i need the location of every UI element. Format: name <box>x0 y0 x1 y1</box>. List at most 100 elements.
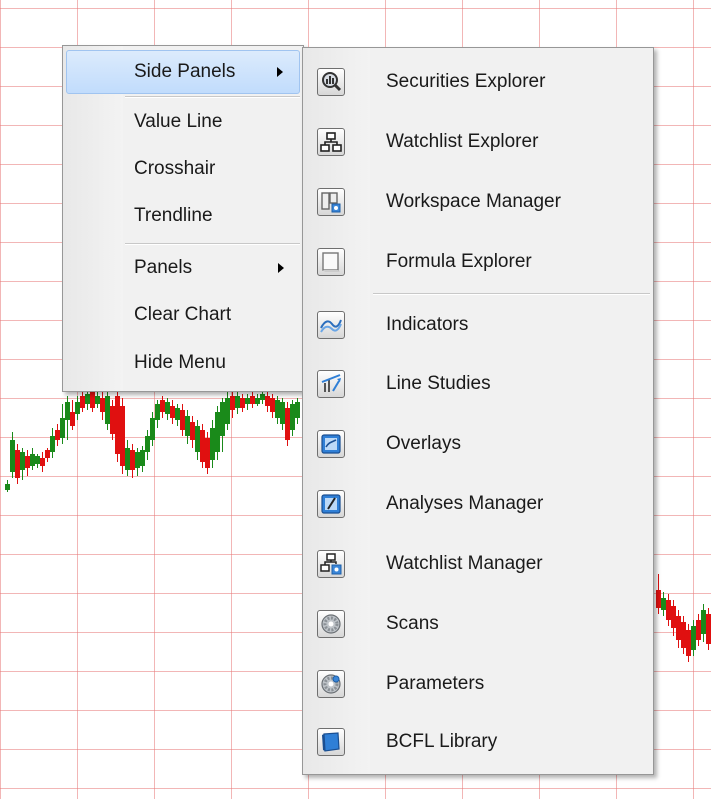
submenu-item-label: BCFL Library <box>386 731 498 752</box>
submenu-item-formula-explorer[interactable]: Formula Explorer <box>306 232 650 292</box>
submenu-item-label: Scans <box>386 613 439 634</box>
candlestick <box>45 448 50 462</box>
candlestick <box>666 594 671 626</box>
watchlist-explorer-icon <box>317 128 345 156</box>
candlestick <box>75 396 80 420</box>
submenu-item-scans[interactable]: Scans <box>306 594 650 654</box>
candlestick <box>70 400 75 430</box>
submenu-item-label: Indicators <box>386 314 469 335</box>
parameters-icon <box>317 670 345 698</box>
submenu-item-indicators[interactable]: Indicators <box>306 296 650 354</box>
menu-item-side-panels[interactable]: Side Panels <box>66 50 300 94</box>
line-studies-icon <box>317 370 345 398</box>
candlestick <box>60 404 65 444</box>
candlestick <box>275 396 280 424</box>
menu-item-label: Hide Menu <box>134 352 226 373</box>
candlestick <box>661 592 666 616</box>
submenu-item-analyses-manager[interactable]: Analyses Manager <box>306 474 650 534</box>
submenu-item-watchlist-manager[interactable]: Watchlist Manager <box>306 534 650 594</box>
candlestick <box>175 404 180 426</box>
candlestick <box>691 620 696 656</box>
candlestick <box>656 574 661 614</box>
menu-item-label: Value Line <box>134 111 223 132</box>
menu-item-panels[interactable]: Panels <box>66 246 300 290</box>
candlestick <box>95 390 100 408</box>
candlestick <box>40 452 45 472</box>
menu-item-trendline[interactable]: Trendline <box>66 193 300 239</box>
candlestick <box>50 428 55 458</box>
candlestick <box>110 400 115 440</box>
candlestick <box>140 446 145 472</box>
side-panels-submenu: Securities Explorer Watchlist Explorer W… <box>302 47 654 775</box>
formula-explorer-icon <box>317 248 345 276</box>
menu-item-label: Panels <box>134 257 193 278</box>
candlestick <box>210 420 215 468</box>
candlestick <box>235 392 240 414</box>
submenu-item-overlays[interactable]: Overlays <box>306 414 650 474</box>
candlestick <box>230 392 235 418</box>
candlestick <box>285 402 290 446</box>
candlestick <box>105 392 110 430</box>
candlestick <box>170 400 175 424</box>
candlestick <box>260 392 265 404</box>
candlestick <box>120 398 125 474</box>
submenu-item-parameters[interactable]: Parameters <box>306 654 650 714</box>
candlestick <box>15 444 20 484</box>
analyses-manager-icon <box>317 490 345 518</box>
submenu-item-bcfl-library[interactable]: BCFL Library <box>306 714 650 770</box>
candlestick <box>65 396 70 440</box>
submenu-item-workspace-manager[interactable]: Workspace Manager <box>306 172 650 232</box>
candlestick <box>35 454 40 468</box>
candlestick <box>10 432 15 478</box>
menu-item-clear-chart[interactable]: Clear Chart <box>66 292 300 338</box>
candlestick <box>245 394 250 410</box>
menu-separator <box>125 96 300 98</box>
candlestick <box>135 448 140 476</box>
submenu-item-label: Securities Explorer <box>386 71 546 92</box>
scans-icon <box>317 610 345 638</box>
candlestick <box>180 404 185 436</box>
candlestick <box>701 604 706 642</box>
candlestick <box>696 614 701 646</box>
candlestick <box>25 450 30 476</box>
candlestick <box>290 400 295 436</box>
securities-explorer-icon <box>317 68 345 96</box>
indicators-icon <box>317 311 345 339</box>
candlestick <box>80 392 85 412</box>
candlestick <box>185 410 190 444</box>
candlestick <box>190 416 195 448</box>
candlestick <box>671 600 676 636</box>
candlestick <box>145 430 150 460</box>
candlestick <box>100 392 105 420</box>
menu-item-label: Side Panels <box>134 61 236 82</box>
workspace-manager-icon <box>317 188 345 216</box>
submenu-item-watchlist-explorer[interactable]: Watchlist Explorer <box>306 112 650 172</box>
candlestick <box>676 610 681 648</box>
menu-separator <box>125 243 300 245</box>
submenu-item-label: Line Studies <box>386 373 491 394</box>
submenu-arrow-icon <box>278 263 284 273</box>
candlestick <box>270 394 275 418</box>
candlestick <box>20 448 25 480</box>
candlestick <box>225 392 230 430</box>
menu-item-label: Trendline <box>134 205 213 226</box>
submenu-item-label: Watchlist Manager <box>386 553 543 574</box>
submenu-item-securities-explorer[interactable]: Securities Explorer <box>306 52 650 112</box>
candlestick <box>681 616 686 654</box>
candlestick <box>240 394 245 412</box>
menu-item-crosshair[interactable]: Crosshair <box>66 146 300 192</box>
candlestick <box>5 480 10 492</box>
submenu-item-label: Analyses Manager <box>386 493 544 514</box>
candlestick <box>85 390 90 410</box>
candlestick <box>200 424 205 468</box>
menu-item-value-line[interactable]: Value Line <box>66 99 300 145</box>
candlestick <box>706 608 711 650</box>
submenu-item-line-studies[interactable]: Line Studies <box>306 354 650 414</box>
menu-item-label: Clear Chart <box>134 304 232 325</box>
overlays-icon <box>317 430 345 458</box>
submenu-arrow-icon <box>277 67 283 77</box>
menu-item-hide-menu[interactable]: Hide Menu <box>66 340 300 386</box>
submenu-item-label: Formula Explorer <box>386 251 532 272</box>
candlestick <box>150 412 155 446</box>
candlestick <box>686 624 691 662</box>
